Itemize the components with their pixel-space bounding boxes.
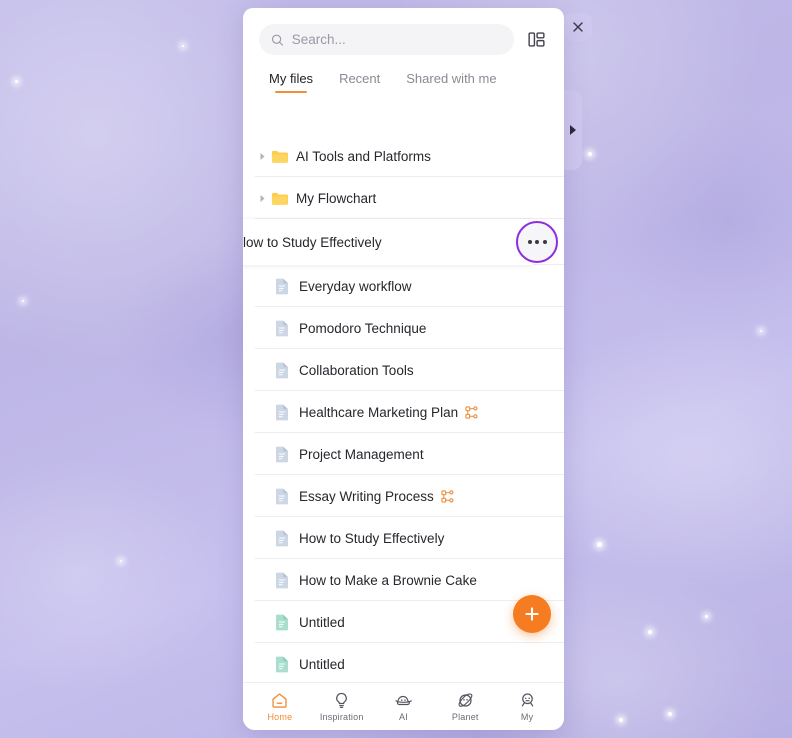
tab-bar: My files Recent Shared with me [243, 55, 564, 95]
lightbulb-icon [336, 692, 348, 709]
file-label: Untitled [299, 614, 345, 630]
folder-row[interactable]: AI Tools and Platforms [243, 135, 564, 177]
planet-icon [458, 693, 473, 707]
doc-green-icon [275, 614, 289, 631]
bottom-navigation: Home Inspiration AI Planet My [243, 682, 564, 730]
sparkle [619, 718, 623, 722]
sparkle [588, 152, 592, 156]
file-row[interactable]: Pomodoro Technique [243, 307, 564, 349]
sparkle [760, 330, 762, 332]
doc-blue-icon [275, 320, 289, 337]
file-label: Collaboration Tools [299, 362, 414, 378]
nav-label: Planet [451, 712, 479, 722]
doc-green-icon [275, 656, 289, 673]
ellipsis-icon-dot [527, 240, 532, 244]
file-label: Pomodoro Technique [299, 320, 427, 336]
search-box[interactable] [259, 24, 514, 55]
ai-planet-icon [395, 695, 412, 706]
dragged-row-container: low to Study Effectively [243, 219, 564, 265]
search-row [243, 8, 564, 55]
doc-blue-icon [275, 278, 289, 295]
sparkle [597, 542, 602, 547]
nav-label: AI [399, 712, 408, 722]
close-button[interactable] [564, 13, 592, 41]
layout-grid-icon [527, 32, 545, 47]
file-row[interactable]: How to Make a Brownie Cake [243, 559, 564, 601]
sparkle [182, 45, 184, 47]
file-label: How to Make a Brownie Cake [299, 572, 477, 588]
sparkle [648, 630, 652, 634]
more-options-button[interactable] [516, 221, 558, 263]
drawer-expand-handle[interactable] [562, 90, 582, 170]
doc-blue-icon [275, 362, 289, 379]
home-icon [272, 693, 288, 708]
tab-recent[interactable]: Recent [339, 71, 380, 95]
shared-icon [465, 405, 478, 419]
nav-item-my[interactable]: My [498, 691, 556, 722]
file-label: How to Study Effectively [299, 530, 445, 546]
nav-item-inspiration[interactable]: Inspiration [313, 691, 371, 722]
sparkle [120, 560, 122, 562]
nav-label: Home [267, 712, 293, 722]
dragged-file-row[interactable]: low to Study Effectively [243, 219, 533, 265]
search-icon [271, 34, 284, 46]
file-row[interactable]: Collaboration Tools [243, 349, 564, 391]
nav-item-planet[interactable]: Planet [436, 691, 494, 722]
ellipsis-icon-dot [535, 240, 539, 244]
doc-blue-icon [275, 530, 289, 547]
folder-label: AI Tools and Platforms [296, 148, 431, 164]
file-row[interactable]: Project Management [243, 433, 564, 475]
nav-item-ai[interactable]: AI [374, 691, 432, 722]
nav-label: Inspiration [319, 712, 364, 722]
sparkle [668, 712, 672, 716]
file-label: Everyday workflow [299, 278, 412, 294]
folder-icon [271, 149, 288, 164]
ellipsis-icon-dot [542, 240, 547, 244]
folder-row[interactable]: My Flowchart [243, 177, 564, 219]
close-icon [573, 22, 583, 32]
file-row[interactable]: Healthcare Marketing Plan [243, 391, 564, 433]
file-list: AI Tools and Platforms My Flowchart low … [243, 135, 564, 682]
doc-blue-icon [275, 572, 289, 589]
file-label: Untitled [299, 656, 345, 672]
sparkle [22, 300, 24, 302]
doc-blue-icon [275, 488, 289, 505]
nav-label: My [520, 712, 534, 722]
doc-blue-icon [275, 404, 289, 421]
search-input[interactable] [291, 32, 502, 47]
user-icon [521, 693, 533, 707]
dragged-file-label: low to Study Effectively [243, 234, 382, 250]
folder-label: My Flowchart [296, 190, 377, 206]
doc-blue-icon [275, 446, 289, 463]
sparkle [15, 80, 18, 83]
folder-icon [271, 191, 288, 206]
shared-icon [441, 489, 454, 503]
caret-right-icon[interactable] [255, 191, 269, 205]
tab-shared-with-me[interactable]: Shared with me [406, 71, 496, 95]
nav-item-home[interactable]: Home [251, 691, 309, 722]
file-row[interactable]: How to Study Effectively [243, 517, 564, 559]
view-toggle-button[interactable] [524, 28, 548, 52]
file-row[interactable]: Essay Writing Process [243, 475, 564, 517]
file-label: Project Management [299, 446, 424, 462]
tab-my-files[interactable]: My files [269, 71, 313, 95]
file-row[interactable]: Untitled [243, 643, 564, 682]
file-row[interactable]: Everyday workflow [243, 265, 564, 307]
create-new-button[interactable] [513, 595, 551, 633]
chevron-right-icon [569, 125, 576, 135]
caret-right-icon[interactable] [255, 149, 269, 163]
plus-icon [525, 607, 539, 621]
sparkle [705, 615, 708, 618]
file-label: Healthcare Marketing Plan [299, 404, 459, 420]
file-label: Essay Writing Process [299, 488, 434, 504]
